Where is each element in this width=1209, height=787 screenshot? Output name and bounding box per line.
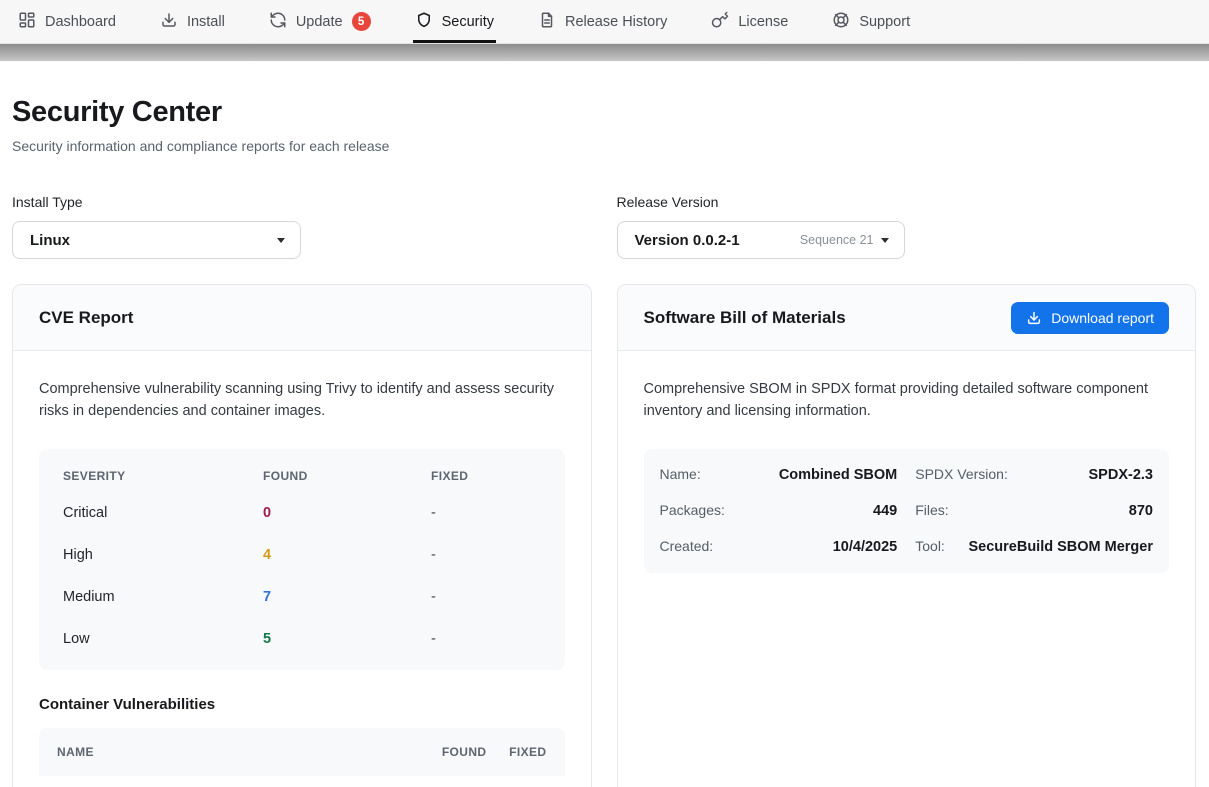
life-buoy-icon (832, 11, 850, 33)
severity-label: Low (63, 631, 263, 647)
install-type-select[interactable]: Linux (12, 221, 301, 259)
severity-label: High (63, 547, 263, 563)
page-subtitle: Security information and compliance repo… (12, 138, 1196, 154)
table-row-low: Low 5 - (63, 618, 541, 660)
info-value: 870 (1129, 503, 1153, 519)
sbom-header: Software Bill of Materials Download repo… (618, 285, 1196, 351)
found-count: 5 (263, 631, 431, 647)
download-icon (1026, 310, 1042, 326)
table-row-critical: Critical 0 - (63, 492, 541, 534)
found-column-header: Found (263, 469, 431, 483)
nav-item-license[interactable]: License (711, 0, 788, 43)
download-button-label: Download report (1051, 310, 1154, 326)
install-type-value: Linux (30, 232, 70, 249)
install-type-label: Install Type (12, 194, 592, 210)
update-count-badge: 5 (352, 12, 371, 31)
download-icon (160, 11, 178, 33)
sbom-body: Comprehensive SBOM in SPDX format provid… (618, 351, 1196, 573)
table-row-high: High 4 - (63, 534, 541, 576)
sbom-info-spdx-version: SPDX Version: SPDX-2.3 (915, 457, 1153, 493)
sbom-title: Software Bill of Materials (644, 308, 846, 328)
download-report-button[interactable]: Download report (1011, 302, 1169, 334)
chevron-down-icon (881, 238, 889, 243)
nav-item-support[interactable]: Support (832, 0, 910, 43)
dashboard-icon (18, 11, 36, 33)
info-value: Combined SBOM (779, 467, 897, 483)
info-label: Created: (660, 538, 714, 554)
info-label: Name: (660, 466, 701, 482)
sbom-info-files: Files: 870 (915, 493, 1153, 529)
nav-label: Dashboard (45, 14, 116, 30)
cve-report-card: CVE Report Comprehensive vulnerability s… (12, 284, 592, 787)
cve-report-header: CVE Report (13, 285, 591, 351)
chevron-down-icon (277, 238, 285, 243)
fixed-column-header: Fixed (487, 745, 547, 759)
nav-label: Update (296, 14, 343, 30)
sbom-info-panel: Name: Combined SBOM SPDX Version: SPDX-2… (644, 449, 1170, 573)
nav-item-install[interactable]: Install (160, 0, 225, 43)
fixed-count: - (431, 547, 541, 563)
sbom-info-created: Created: 10/4/2025 (660, 529, 898, 565)
install-type-filter: Install Type Linux (12, 194, 592, 259)
info-value: SPDX-2.3 (1089, 467, 1153, 483)
info-value: SecureBuild SBOM Merger (968, 539, 1153, 555)
sbom-info-packages: Packages: 449 (660, 493, 898, 529)
container-table-header: Name Found Fixed (39, 728, 565, 776)
severity-table: Severity Found Fixed Critical 0 - High 4… (39, 449, 565, 670)
nav-label: Security (442, 14, 494, 30)
severity-column-header: Severity (63, 469, 263, 483)
info-label: Packages: (660, 502, 725, 518)
sbom-info-name: Name: Combined SBOM (660, 457, 898, 493)
severity-label: Critical (63, 505, 263, 521)
sbom-description: Comprehensive SBOM in SPDX format provid… (644, 379, 1170, 423)
table-row-medium: Medium 7 - (63, 576, 541, 618)
filters-row: Install Type Linux Release Version Versi… (12, 194, 1196, 259)
document-icon (538, 11, 556, 33)
sbom-card: Software Bill of Materials Download repo… (617, 284, 1197, 787)
name-column-header: Name (57, 745, 407, 759)
release-version-select[interactable]: Version 0.0.2-1 Sequence 21 (617, 221, 905, 259)
info-label: Tool: (915, 538, 945, 554)
release-version-filter: Release Version Version 0.0.2-1 Sequence… (617, 194, 1197, 259)
fixed-count: - (431, 589, 541, 605)
nav-item-security[interactable]: Security (415, 0, 494, 43)
info-value: 10/4/2025 (833, 539, 898, 555)
nav-label: Install (187, 14, 225, 30)
cve-report-body: Comprehensive vulnerability scanning usi… (13, 351, 591, 776)
info-label: Files: (915, 502, 948, 518)
fixed-count: - (431, 631, 541, 647)
cve-report-description: Comprehensive vulnerability scanning usi… (39, 379, 565, 423)
release-version-label: Release Version (617, 194, 1197, 210)
sequence-hint: Sequence 21 (800, 233, 874, 247)
refresh-icon (269, 11, 287, 33)
cards-row: CVE Report Comprehensive vulnerability s… (12, 284, 1196, 787)
found-count: 7 (263, 589, 431, 605)
found-count: 4 (263, 547, 431, 563)
info-label: SPDX Version: (915, 466, 1008, 482)
shield-icon (415, 11, 433, 33)
found-column-header: Found (407, 745, 487, 759)
fixed-column-header: Fixed (431, 469, 541, 483)
nav-item-update[interactable]: Update 5 (269, 0, 371, 43)
info-value: 449 (873, 503, 897, 519)
release-version-value: Version 0.0.2-1 (635, 232, 740, 249)
nav-item-dashboard[interactable]: Dashboard (18, 0, 116, 43)
nav-label: Support (859, 14, 910, 30)
header-divider-strip (0, 44, 1209, 61)
top-navigation: Dashboard Install Update 5 Security Rele… (0, 0, 1209, 44)
nav-item-release-history[interactable]: Release History (538, 0, 667, 43)
container-vulnerabilities-title: Container Vulnerabilities (39, 696, 565, 713)
nav-label: License (738, 14, 788, 30)
found-count: 0 (263, 505, 431, 521)
fixed-count: - (431, 505, 541, 521)
severity-label: Medium (63, 589, 263, 605)
page-title: Security Center (12, 96, 1196, 129)
key-icon (711, 11, 729, 33)
nav-label: Release History (565, 14, 667, 30)
cve-report-title: CVE Report (39, 308, 133, 328)
sbom-info-tool: Tool: SecureBuild SBOM Merger (915, 529, 1153, 565)
main-content: Security Center Security information and… (0, 96, 1209, 787)
severity-table-header: Severity Found Fixed (63, 455, 541, 492)
